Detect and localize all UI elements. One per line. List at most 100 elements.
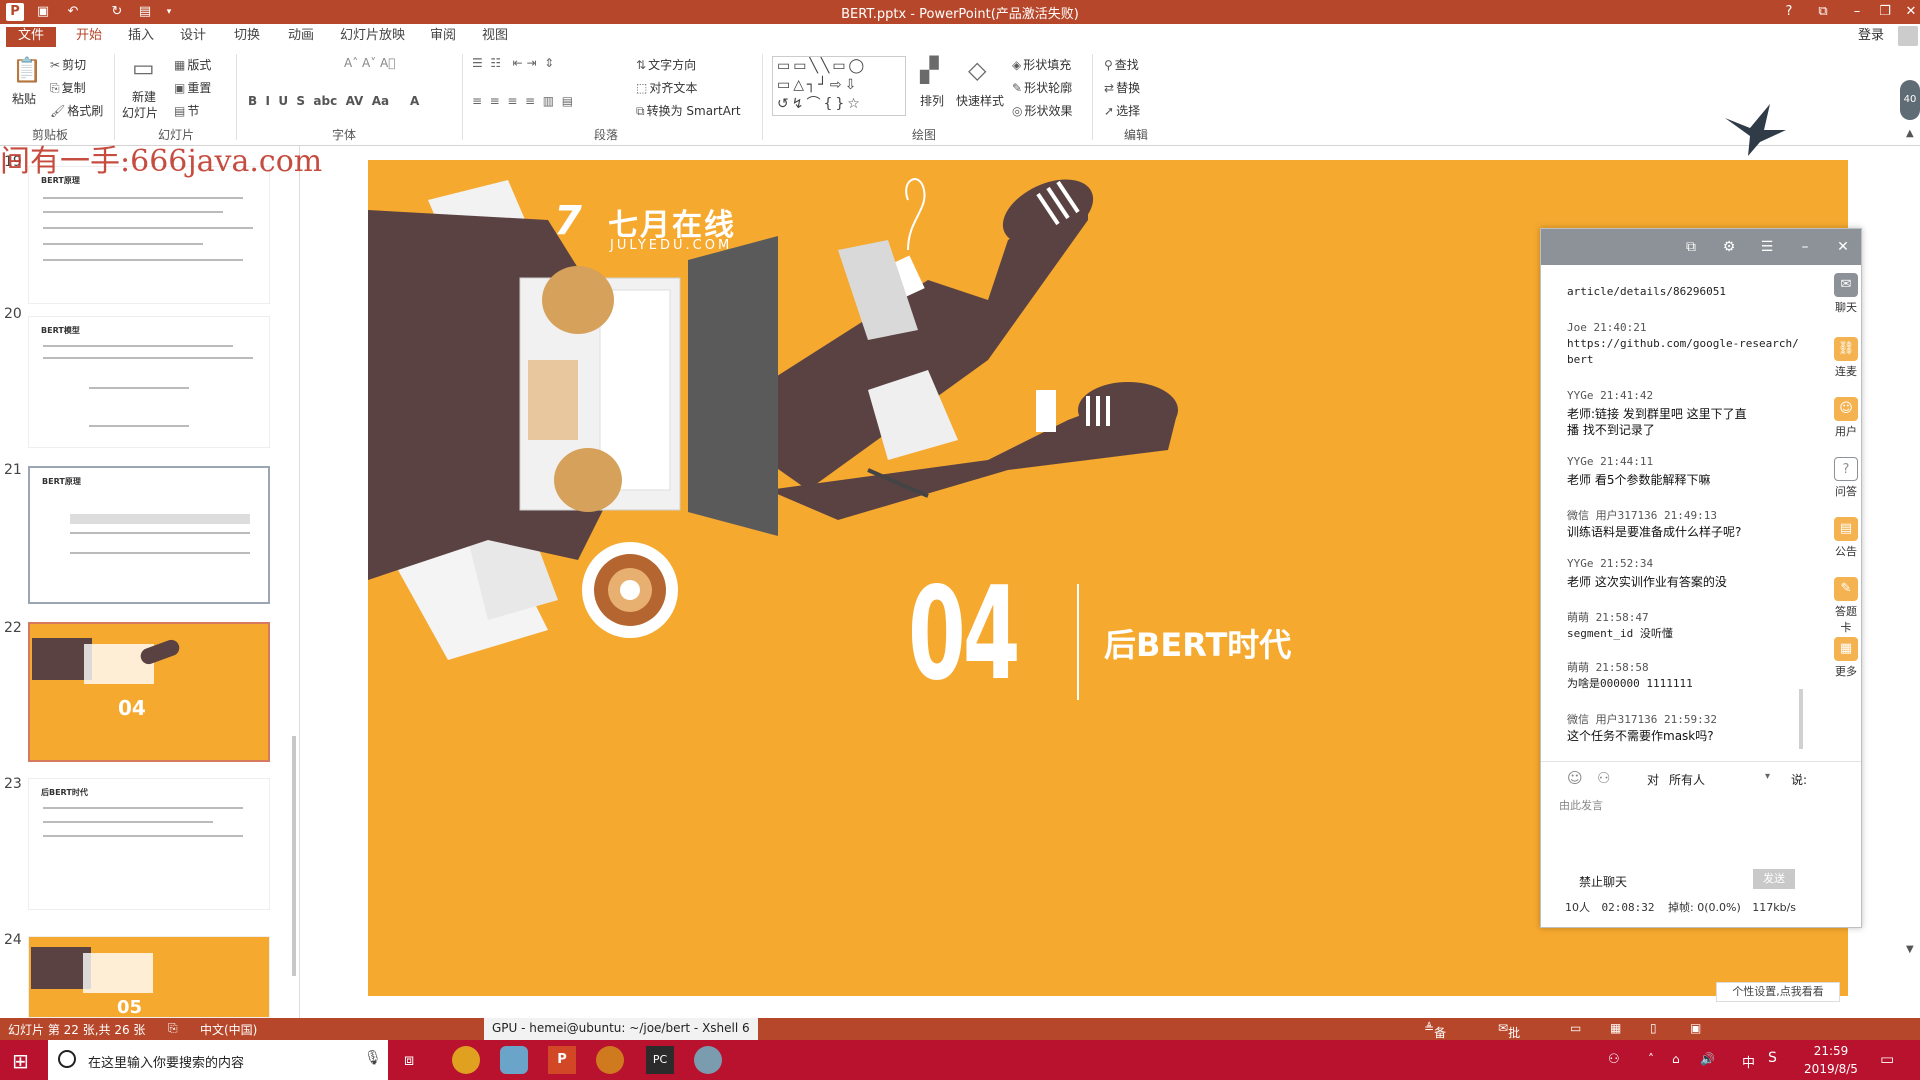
emoji-icon[interactable]: ☺ [1567,769,1583,787]
copy-button[interactable]: ⎘ 复制 [50,79,86,96]
chat-scrollbar[interactable] [1799,689,1803,749]
gear-icon[interactable]: ⚙ [1719,237,1739,257]
format-painter-button[interactable]: 🖌 格式刷 [50,102,103,119]
shape-effects-button[interactable]: ◎ 形状效果 [1012,102,1073,119]
tab-review[interactable]: 审阅 [426,27,460,47]
notes-button[interactable]: ≜ 备注 [1424,1021,1446,1057]
shape-outline-button[interactable]: ✎ 形状轮廓 [1012,79,1072,96]
more-tab[interactable]: ▦ 更多 [1831,637,1861,679]
find-button[interactable]: ⚲ 查找 [1104,56,1139,73]
users-tab[interactable]: ☺ 用户 [1831,397,1861,439]
avatar[interactable] [1898,26,1918,46]
shapes-gallery[interactable]: ▭▭╲╲▭◯ ▭△┐┘⇨⇩ ↺↯⌒{}☆ [772,56,906,116]
clock-time[interactable]: 21:59 [1808,1044,1854,1058]
list-buttons[interactable]: ☰ ☷ ⇤ ⇥ ⇕ [472,56,554,70]
sign-in-link[interactable]: 登录 [1854,27,1888,47]
tab-insert[interactable]: 插入 [124,27,158,47]
chrome-icon[interactable] [452,1046,480,1074]
minimize-icon[interactable]: – [1795,237,1815,257]
replace-button[interactable]: ⇄ 替换 [1104,79,1140,96]
arrange-icon[interactable]: ▞ [920,56,938,84]
answer-card-tab[interactable]: ✎ 答题卡 [1831,577,1861,635]
slide-thumbnail[interactable]: BERT原理 [28,466,270,604]
xshell-icon[interactable] [694,1046,722,1074]
language-indicator[interactable]: 中文(中国) [200,1021,257,1038]
chevron-down-icon[interactable]: ▾ [1765,771,1770,782]
tab-animations[interactable]: 动画 [284,27,318,47]
ban-chat-toggle[interactable]: 禁止聊天 [1579,873,1627,890]
paste-button[interactable]: 粘贴 [12,90,36,107]
spellcheck-icon[interactable]: ⎘ [168,1021,178,1036]
new-slide-button[interactable]: 新建 [132,88,156,105]
shape-fill-button[interactable]: ◈ 形状填充 [1012,56,1071,73]
personal-settings-tip[interactable]: 个性设置,点我看看 [1716,982,1840,1002]
font-format-buttons[interactable]: B I U S abc AV Aa A [248,94,419,108]
section-button[interactable]: ▤ 节 [174,102,199,119]
tab-slideshow[interactable]: 幻灯片放映 [336,27,409,47]
scroll-up-icon[interactable]: ▲ [1906,128,1914,139]
live-app-icon[interactable] [596,1046,624,1074]
quick-styles-icon[interactable]: ◇ [968,56,986,84]
scroll-down-icon[interactable]: ▼ [1906,944,1914,955]
slide-thumbnail-selected[interactable]: 04 [28,622,270,762]
taskbar-search[interactable]: 在这里输入你要搜索的内容 🎙 [48,1040,388,1080]
clock-date[interactable]: 2019/8/5 [1798,1062,1864,1076]
powerpoint-taskbar-icon[interactable]: P [548,1046,576,1074]
slide-sorter-icon[interactable]: ▦ [1610,1021,1621,1035]
ribbon-display-icon[interactable]: ⧉ [1806,2,1840,22]
tab-view[interactable]: 视图 [478,27,512,47]
sogou-icon[interactable]: S [1768,1050,1777,1066]
normal-view-icon[interactable]: ▭ [1570,1021,1581,1035]
text-direction-button[interactable]: ⇅ 文字方向 [636,56,696,73]
slide-thumbnail[interactable]: 后BERT时代 [28,778,270,910]
slideshow-icon[interactable]: ▣ [1690,1021,1701,1035]
chat-tab[interactable]: ✉ 聊天 [1831,273,1861,315]
new-slide-icon[interactable]: ▭ [132,54,155,82]
help-button[interactable]: ? [1772,2,1806,22]
volume-icon[interactable]: 🔊 [1700,1052,1715,1066]
notification-icon[interactable]: ▭ [1880,1050,1894,1068]
thumb-scrollbar[interactable] [292,736,296,976]
reading-view-icon[interactable]: ▯ [1650,1021,1657,1035]
select-button[interactable]: ➚ 选择 [1104,102,1140,119]
popout-icon[interactable]: ⧉ [1681,237,1701,257]
ime-indicator[interactable]: 中 [1742,1052,1755,1071]
layout-button[interactable]: ▦ 版式 [174,56,211,73]
comments-button[interactable]: ✉ 批注 [1498,1021,1520,1057]
slide-thumbnail[interactable]: BERT原理 [28,166,270,304]
align-text-button[interactable]: ⬚ 对齐文本 [636,79,697,96]
notice-tab[interactable]: ▤ 公告 [1831,517,1861,559]
tab-design[interactable]: 设计 [176,27,210,47]
windows-start-icon[interactable]: ⊞ [12,1049,29,1073]
people-icon[interactable]: ⚇ [1608,1052,1620,1067]
slide-thumbnail[interactable]: BERT模型 [28,316,270,448]
menu-icon[interactable]: ☰ [1757,237,1777,257]
tab-file[interactable]: 文件 [6,27,57,47]
tray-expand-icon[interactable]: ˄ [1648,1052,1654,1066]
qa-tab[interactable]: ? 问答 [1831,457,1861,499]
network-icon[interactable]: ⌂ [1672,1052,1680,1066]
slide-thumbnail[interactable]: 05 [28,936,270,1018]
task-view-icon[interactable]: ⧈ [404,1050,414,1070]
recipient-select[interactable]: 所有人 [1669,771,1705,788]
new-slide-label[interactable]: 幻灯片 [122,104,158,121]
tab-home[interactable]: 开始 [72,27,106,47]
font-size-grow[interactable]: A˄ A˅ A⃠ [344,56,395,70]
paste-icon[interactable]: 📋 [12,56,42,84]
tab-transitions[interactable]: 切换 [230,27,264,47]
reset-button[interactable]: ▣ 重置 [174,79,211,96]
mention-icon[interactable]: ⚇ [1597,769,1610,787]
chat-input[interactable]: 由此发言 [1559,797,1809,857]
microphone-icon[interactable]: 🎙 [364,1050,382,1066]
cloud-app-icon[interactable] [500,1046,528,1074]
close-icon[interactable]: ✕ [1894,2,1920,22]
arrange-button[interactable]: 排列 [920,92,944,109]
send-button[interactable]: 发送 [1753,869,1795,889]
pycharm-icon[interactable]: PC [646,1046,674,1074]
cut-button[interactable]: ✂ 剪切 [50,56,86,73]
quick-styles-button[interactable]: 快速样式 [956,92,1004,109]
smartart-button[interactable]: ⧉ 转换为 SmartArt [636,102,741,119]
close-icon[interactable]: ✕ [1833,237,1853,257]
align-buttons[interactable]: ≡ ≡ ≡ ≡ ▥ ▤ [472,94,573,108]
mic-link-tab[interactable]: ⛓ 连麦 [1831,337,1861,379]
